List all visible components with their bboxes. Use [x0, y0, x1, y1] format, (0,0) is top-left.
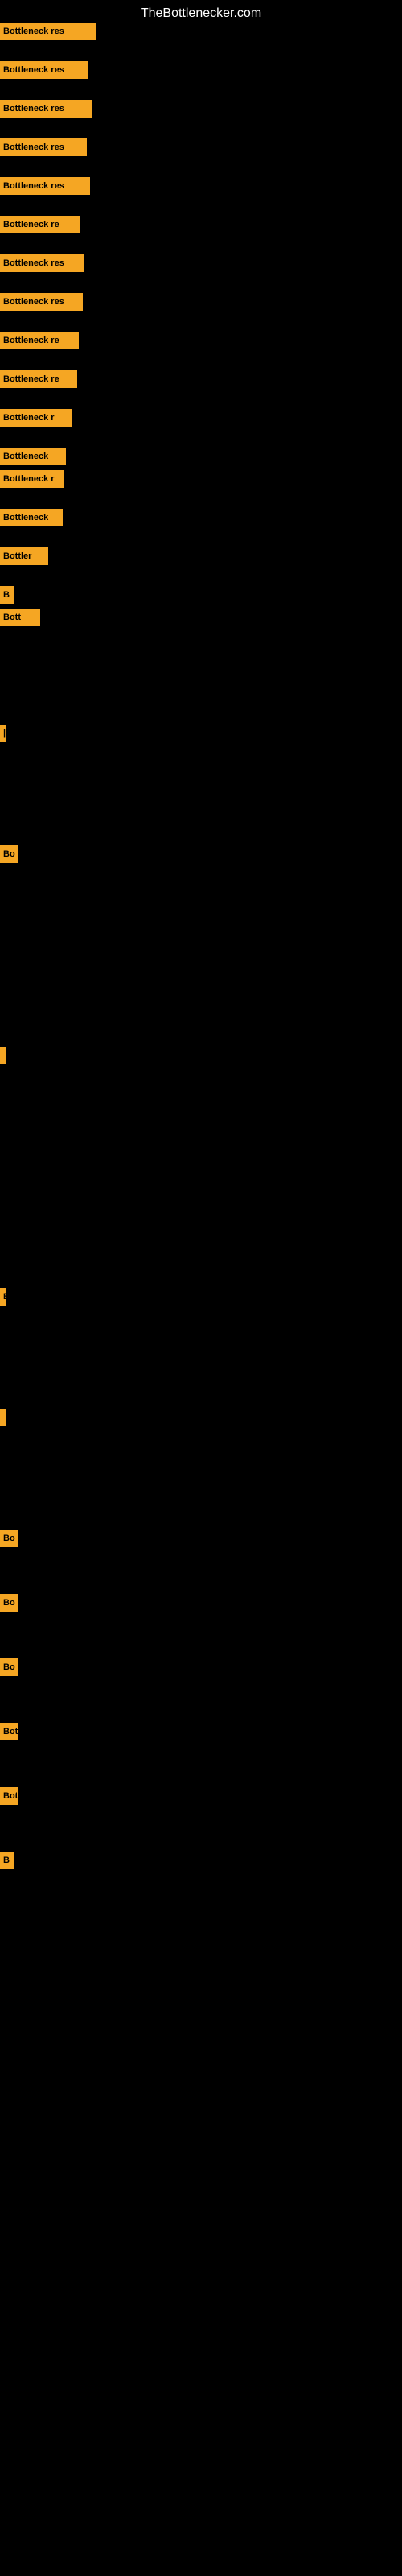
bottleneck-bar-15[interactable]: B	[0, 586, 14, 604]
bottleneck-bar-5[interactable]: Bottleneck re	[0, 216, 80, 233]
bottleneck-bar-3[interactable]: Bottleneck res	[0, 138, 87, 156]
bottleneck-bar-12[interactable]: Bottleneck r	[0, 470, 64, 488]
bottleneck-bar-20[interactable]: B	[0, 1288, 6, 1306]
bottleneck-bar-6[interactable]: Bottleneck res	[0, 254, 84, 272]
bottleneck-bar-8[interactable]: Bottleneck re	[0, 332, 79, 349]
bottleneck-bar-22[interactable]: Bo	[0, 1530, 18, 1547]
bottleneck-bar-10[interactable]: Bottleneck r	[0, 409, 72, 427]
bottleneck-bar-4[interactable]: Bottleneck res	[0, 177, 90, 195]
bottleneck-bar-17[interactable]: |	[0, 724, 6, 742]
bottleneck-bar-24[interactable]: Bo	[0, 1658, 18, 1676]
bottleneck-bar-2[interactable]: Bottleneck res	[0, 100, 92, 118]
bottleneck-bar-18[interactable]: Bo	[0, 845, 18, 863]
bottleneck-bar-19[interactable]	[0, 1046, 6, 1064]
bottleneck-bar-14[interactable]: Bottler	[0, 547, 48, 565]
bottleneck-bar-13[interactable]: Bottleneck	[0, 509, 63, 526]
bottleneck-bar-0[interactable]: Bottleneck res	[0, 23, 96, 40]
bottleneck-bar-9[interactable]: Bottleneck re	[0, 370, 77, 388]
bottleneck-bar-11[interactable]: Bottleneck	[0, 448, 66, 465]
bottleneck-bar-21[interactable]	[0, 1409, 6, 1426]
bottleneck-bar-7[interactable]: Bottleneck res	[0, 293, 83, 311]
bottleneck-bar-27[interactable]: B	[0, 1852, 14, 1869]
bottleneck-bar-23[interactable]: Bo	[0, 1594, 18, 1612]
bottleneck-bar-16[interactable]: Bott	[0, 609, 40, 626]
bottleneck-bar-1[interactable]: Bottleneck res	[0, 61, 88, 79]
bottleneck-bar-25[interactable]: Bott	[0, 1723, 18, 1740]
bottleneck-bar-26[interactable]: Bott	[0, 1787, 18, 1805]
